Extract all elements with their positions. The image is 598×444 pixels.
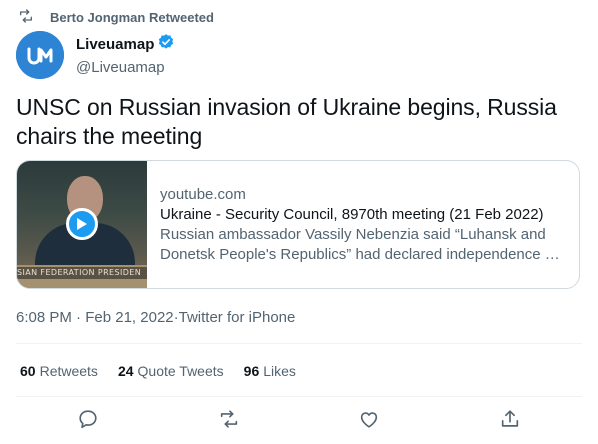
liveuamap-logo-icon <box>16 31 64 79</box>
likes-stat[interactable]: 96 Likes <box>244 361 296 381</box>
retweeted-by-row[interactable]: Berto Jongman Retweeted <box>18 8 214 26</box>
quote-tweets-stat[interactable]: 24 Quote Tweets <box>118 361 224 381</box>
thumbnail-nameplate: SIAN FEDERATION PRESIDEN <box>17 267 147 279</box>
tweet-meta: 6:08 PM · Feb 21, 2022 · Twitter for iPh… <box>16 308 295 328</box>
tweet-client-link[interactable]: Twitter for iPhone <box>179 308 296 328</box>
card-domain: youtube.com <box>160 186 246 203</box>
reply-icon[interactable] <box>77 408 99 430</box>
share-icon[interactable] <box>499 408 521 430</box>
card-body: youtube.com Ukraine - Security Council, … <box>160 185 570 265</box>
retweeted-by-label: Berto Jongman Retweeted <box>50 9 214 25</box>
card-description: Russian ambassador Vassily Nebenzia said… <box>160 226 560 263</box>
tweet-text: UNSC on Russian invasion of Ukraine begi… <box>16 94 557 149</box>
link-card[interactable]: SIAN FEDERATION PRESIDEN youtube.com Ukr… <box>16 160 580 289</box>
avatar[interactable] <box>16 31 64 79</box>
like-icon[interactable] <box>358 408 380 430</box>
author-handle[interactable]: @Liveuamap <box>76 58 175 78</box>
retweets-stat[interactable]: 60 Retweets <box>20 361 98 381</box>
verified-badge-icon <box>154 33 175 56</box>
retweet-icon <box>18 8 50 27</box>
engagement-stats: 60 Retweets 24 Quote Tweets 96 Likes <box>20 361 316 381</box>
author-name[interactable]: Liveuamap <box>76 36 154 54</box>
author-block: Liveuamap @Liveuamap <box>76 33 175 78</box>
play-icon[interactable] <box>66 208 98 240</box>
divider <box>16 396 582 397</box>
card-title: Ukraine - Security Council, 8970th meeti… <box>160 206 544 223</box>
tweet-time-link[interactable]: 6:08 PM · Feb 21, 2022 <box>16 308 174 328</box>
divider <box>16 343 582 344</box>
video-thumbnail[interactable]: SIAN FEDERATION PRESIDEN <box>17 161 147 288</box>
action-bar <box>0 400 598 440</box>
retweet-icon[interactable] <box>218 408 240 430</box>
